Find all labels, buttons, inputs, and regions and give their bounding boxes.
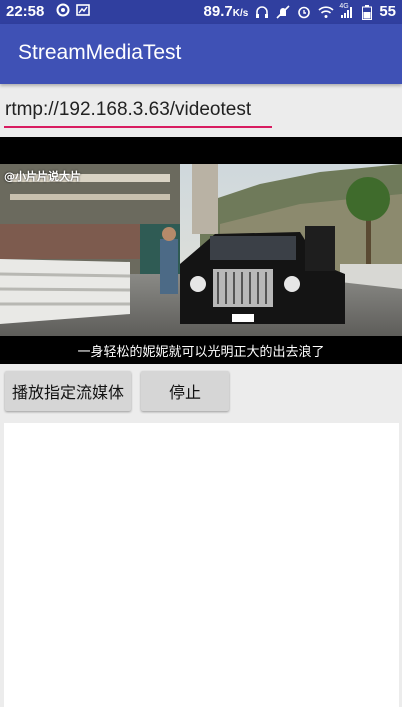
content-panel [4,423,399,707]
app-bar: StreamMediaTest [0,24,402,84]
alarm-icon [297,5,311,19]
status-bar: 22:58 89.7K/s 4G 55 [0,0,402,24]
stop-button[interactable]: 停止 [141,371,229,411]
video-frame [0,164,402,364]
video-subtitle: 一身轻松的妮妮就可以光明正大的出去浪了 [77,345,325,360]
notification-icon [76,3,90,17]
stream-url-input[interactable] [4,96,272,128]
battery-level: 55 [379,3,396,20]
video-watermark: @小片片说大片 [4,170,81,183]
play-stream-button[interactable]: 播放指定流媒体 [5,371,131,411]
app-title: StreamMediaTest [18,41,182,64]
battery-icon [362,4,373,20]
network-speed: 89.7K/s [203,3,249,20]
signal-icon: 4G [339,3,355,19]
video-player[interactable]: @小片片说大片 一身轻松的妮妮就可以光明正大的出去浪了 [0,137,402,364]
app-icon [56,3,70,17]
headphones-icon [255,5,269,19]
status-time: 22:58 [6,3,45,20]
wifi-icon [318,5,334,19]
mute-icon [276,4,290,19]
